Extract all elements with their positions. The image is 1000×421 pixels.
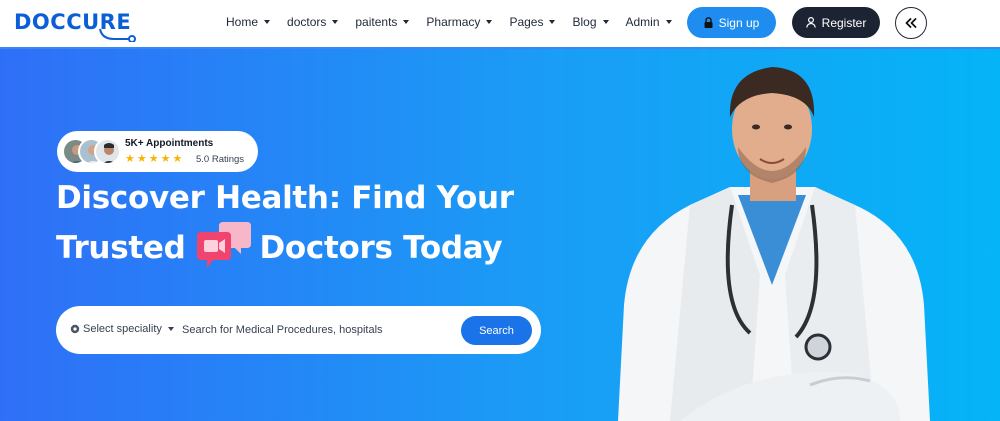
nav-item-label: Pharmacy: [426, 15, 481, 29]
collapse-button[interactable]: [895, 7, 927, 39]
star-icon: ★: [172, 153, 183, 165]
search-bar: Select speciality Search: [56, 306, 541, 354]
chevron-down-icon: [167, 327, 174, 331]
hero-heading-doctors-today: Doctors Today: [259, 229, 503, 266]
nav-item-pages[interactable]: Pages: [509, 15, 556, 29]
gear-icon: [70, 324, 80, 334]
video-chat-icon: [195, 222, 252, 274]
chevron-down-icon: [665, 20, 672, 24]
nav-item-home[interactable]: Home: [226, 15, 271, 29]
hero-heading-line2: Trusted Doctors Today: [56, 222, 616, 274]
doctor-hero-image: [600, 55, 940, 421]
chevron-down-icon: [486, 20, 493, 24]
speciality-select[interactable]: Select speciality: [70, 323, 174, 335]
avatar-group: [62, 138, 122, 165]
nav-item-label: Pages: [509, 15, 544, 29]
chevron-down-icon: [332, 20, 339, 24]
hero-section: 5K+ Appointments ★ ★ ★ ★ ★ 5.0 Ratings D…: [0, 47, 1000, 421]
header: DOCCURE Home doctors paitents Pharmacy P…: [0, 0, 1000, 47]
star-icon: ★: [125, 153, 135, 165]
avatar: [94, 138, 121, 165]
hero-heading-trusted: Trusted: [56, 229, 186, 266]
chevron-down-icon: [264, 20, 271, 24]
nav-item-label: paitents: [355, 15, 398, 29]
nav-item-blog[interactable]: Blog: [572, 15, 609, 29]
nav-item-label: Admin: [625, 15, 660, 29]
user-icon: [805, 17, 816, 28]
nav-item-label: Blog: [572, 15, 597, 29]
nav-item-label: doctors: [287, 15, 327, 29]
appointments-count: 5K+ Appointments: [125, 138, 214, 149]
star-icon: ★: [136, 153, 147, 165]
nav-item-pharmacy[interactable]: Pharmacy: [426, 15, 493, 29]
nav-item-admin[interactable]: Admin: [626, 15, 672, 29]
logo-wordmark: DOCCURE: [14, 10, 131, 34]
signup-button[interactable]: Sign up: [687, 7, 776, 38]
signup-label: Sign up: [718, 15, 760, 30]
search-button[interactable]: Search: [461, 316, 532, 345]
brand-logo[interactable]: DOCCURE: [14, 6, 139, 42]
star-icon: ★: [160, 153, 171, 165]
hero-top-border: [0, 47, 1000, 49]
hero-heading-line1: Discover Health: Find Your: [56, 180, 514, 216]
double-chevron-left-icon: [905, 18, 917, 28]
hero-heading: Discover Health: Find Your Trusted Docto…: [56, 175, 616, 274]
register-button[interactable]: Register: [792, 7, 880, 38]
search-input[interactable]: [182, 319, 452, 341]
chevron-down-icon: [602, 20, 609, 24]
chevron-down-icon: [549, 20, 556, 24]
chevron-down-icon: [403, 20, 410, 24]
speciality-select-label: Select speciality: [83, 323, 162, 335]
ratings-text: 5.0 Ratings: [196, 154, 245, 165]
lock-icon: [704, 17, 713, 28]
nav-item-doctors[interactable]: doctors: [287, 15, 339, 29]
main-nav: Home doctors paitents Pharmacy Pages Blo…: [226, 15, 689, 29]
logo-graphic: DOCCURE: [14, 10, 136, 42]
star-icon: ★: [148, 153, 159, 165]
appointments-badge: 5K+ Appointments ★ ★ ★ ★ ★ 5.0 Ratings: [57, 131, 258, 172]
nav-item-label: Home: [226, 15, 259, 29]
rating-stars: ★ ★ ★ ★ ★: [125, 153, 182, 165]
register-label: Register: [821, 15, 867, 30]
nav-item-patients[interactable]: paitents: [355, 15, 410, 29]
